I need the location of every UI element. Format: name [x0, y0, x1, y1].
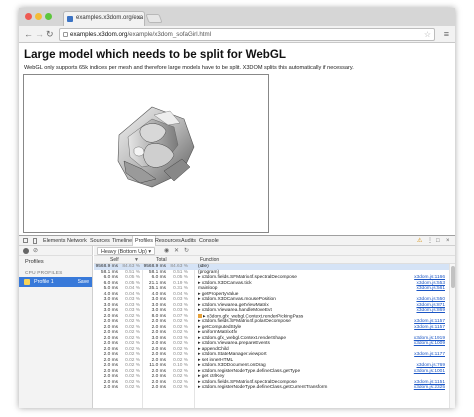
- profile-grid-header: Self ▼ Total Function: [94, 256, 455, 264]
- bookmark-star-icon[interactable]: ☆: [424, 29, 431, 40]
- function-name: ▸ x3dom.fields.SFMatrix4f.polarDecompose: [198, 319, 291, 324]
- function-cell: ▸ x3dom.registerNodeType.defineClass.get…: [198, 385, 327, 391]
- tab-elements[interactable]: Elements: [41, 236, 67, 246]
- tab-console[interactable]: Console: [197, 236, 221, 246]
- function-name: ▸ x3dom.gfx_webgl.Context.renderShape: [198, 335, 287, 341]
- function-name: (idle): [198, 264, 209, 269]
- exclude-icon[interactable]: ✕: [174, 247, 179, 255]
- function-name: ▸ x3dom.X3DCanvas.tick: [198, 280, 252, 286]
- function-name: ▸ x3dom.Viewarea.handleMoveEvt: [198, 308, 272, 313]
- devtools-menu-icon[interactable]: ⋮: [427, 237, 433, 245]
- sofa-girl-model: [117, 106, 195, 188]
- browser-window: examples.x3dom.org/exa × ← → ↻ examples.…: [19, 8, 455, 408]
- tab-audits[interactable]: Audits: [179, 236, 198, 246]
- url-domain: examples.x3dom.org: [70, 31, 128, 38]
- profile-rows: 9568.9 ms 84.63 % 9568.9 ms 84.63 % (idle) 58…: [94, 264, 449, 408]
- address-bar[interactable]: examples.x3dom.org/example/x3dom_sofaGir…: [59, 28, 435, 41]
- table-row[interactable]: 2.0 ms 0.02 % 2.0 ms 0.02 % ▸ x3dom.register…: [94, 385, 449, 391]
- cpu-profiles-header: CPU PROFILES: [25, 271, 63, 276]
- dock-icon[interactable]: □: [436, 237, 440, 245]
- function-name: ▸ x3dom.X3DCanvas.mousePosition: [198, 297, 276, 302]
- forward-arrow-icon[interactable]: →: [35, 28, 44, 40]
- page-description: WebGL only supports 65k indices per mesh…: [24, 65, 354, 71]
- profile-panel-toolbar: Heavy (Bottom Up) ▾ ◉ ✕ ↻: [94, 246, 455, 256]
- restore-icon[interactable]: ↻: [184, 247, 189, 255]
- browser-tab[interactable]: examples.x3dom.org/exa ×: [63, 11, 145, 26]
- column-total[interactable]: Total: [156, 256, 167, 264]
- function-name: ▸ x3dom.fields.SFMatrix4f.spectralDecomp…: [198, 379, 297, 385]
- inspect-element-icon[interactable]: [23, 238, 29, 244]
- deopt-warning-icon[interactable]: [198, 313, 202, 318]
- view-mode-select[interactable]: Heavy (Bottom Up) ▾: [97, 247, 156, 255]
- profile-icon: [24, 279, 30, 285]
- profiles-sidebar: ⊘ Profiles CPU PROFILES Profile 1 Save: [19, 246, 93, 408]
- self-cell: 2.0 ms: [103, 385, 118, 390]
- devtools-panel: Elements Network Sources Timeline Profil…: [19, 235, 455, 408]
- function-name: ▸ appendChild: [198, 346, 229, 352]
- close-devtools-icon[interactable]: ×: [446, 237, 450, 245]
- function-name: ▸ x3dom.Viewarea.prepareEvents: [198, 341, 270, 346]
- function-name: ▸ getPropertyValue: [198, 291, 239, 297]
- warning-icon[interactable]: ⚠: [417, 237, 422, 245]
- profiles-heading[interactable]: Profiles: [25, 259, 44, 265]
- save-profile-link[interactable]: Save: [78, 277, 89, 287]
- function-name: ▸ getComputedStyle: [198, 324, 242, 330]
- scrollbar-thumb[interactable]: [451, 266, 455, 288]
- focus-icon[interactable]: ◉: [164, 247, 169, 255]
- record-icon[interactable]: [23, 248, 29, 254]
- function-name: ▸ x3dom.X3DDocument.onDrag: [198, 363, 266, 368]
- page-title: Large model which needs to be split for …: [24, 48, 286, 61]
- tab-title: examples.x3dom.org/exa: [76, 15, 144, 21]
- tab-strip: examples.x3dom.org/exa ×: [19, 8, 455, 26]
- browser-menu-icon[interactable]: ≡: [444, 28, 449, 40]
- function-name: ▸ get ctrlKey: [198, 374, 225, 379]
- device-mode-icon[interactable]: [32, 238, 38, 244]
- self-percent-cell: 0.02 %: [125, 385, 140, 390]
- close-window-button[interactable]: [25, 13, 32, 20]
- url-path: /example/x3dom_sofaGirl.html: [127, 31, 212, 38]
- favicon-icon: [67, 16, 73, 22]
- x3d-canvas[interactable]: [23, 74, 269, 233]
- back-arrow-icon[interactable]: ←: [24, 28, 33, 40]
- profile-panel: Heavy (Bottom Up) ▾ ◉ ✕ ↻ Self ▼ Total F…: [94, 246, 455, 408]
- function-name: ▸ x3dom.StateManager.viewport: [198, 352, 267, 357]
- reload-icon[interactable]: ↻: [46, 28, 54, 40]
- page-info-icon[interactable]: [63, 32, 68, 37]
- tab-network[interactable]: Network: [65, 236, 89, 246]
- function-name: ▸ x3dom.fields.SFMatrix4f.spectralDecomp…: [198, 275, 297, 280]
- total-percent-cell: 0.02 %: [173, 385, 188, 390]
- tab-timeline[interactable]: Timeline: [110, 236, 134, 246]
- source-link[interactable]: x3dom.js:2325: [414, 385, 445, 391]
- function-name: ▸ x3dom.registerNodeType.defineClass.get…: [198, 368, 301, 374]
- new-tab-button[interactable]: [145, 14, 163, 23]
- browser-toolbar: ← → ↻ examples.x3dom.org/example/x3dom_s…: [19, 26, 455, 43]
- profile-item[interactable]: Profile 1 Save: [19, 277, 92, 287]
- zoom-window-button[interactable]: [45, 13, 52, 20]
- function-name: ▸ set innerHTML: [198, 357, 234, 363]
- clear-icon[interactable]: ⊘: [33, 247, 38, 255]
- profile-item-label: Profile 1: [34, 279, 54, 285]
- profiles-toolbar: ⊘: [19, 246, 93, 256]
- sort-descending-icon[interactable]: ▼: [134, 256, 139, 264]
- function-name: (program): [198, 269, 220, 275]
- vertical-scrollbar[interactable]: [449, 264, 455, 408]
- function-name: ▸ x3dom.Viewarea.getViewMatrix: [198, 302, 269, 308]
- function-name: ▸ x3dom.registerNodeType.defineClass.get…: [198, 385, 328, 390]
- tab-sources[interactable]: Sources: [88, 236, 112, 246]
- close-tab-icon[interactable]: ×: [137, 12, 141, 25]
- column-function[interactable]: Function: [200, 256, 219, 264]
- function-name: ▸ uniformMatrix4fv: [198, 330, 238, 335]
- column-self[interactable]: Self: [110, 256, 119, 264]
- devtools-tabbar: Elements Network Sources Timeline Profil…: [19, 236, 455, 246]
- function-name: mainloop: [198, 286, 218, 291]
- total-cell: 2.0 ms: [151, 385, 166, 390]
- minimize-window-button[interactable]: [35, 13, 42, 20]
- page-content: Large model which needs to be split for …: [19, 43, 455, 235]
